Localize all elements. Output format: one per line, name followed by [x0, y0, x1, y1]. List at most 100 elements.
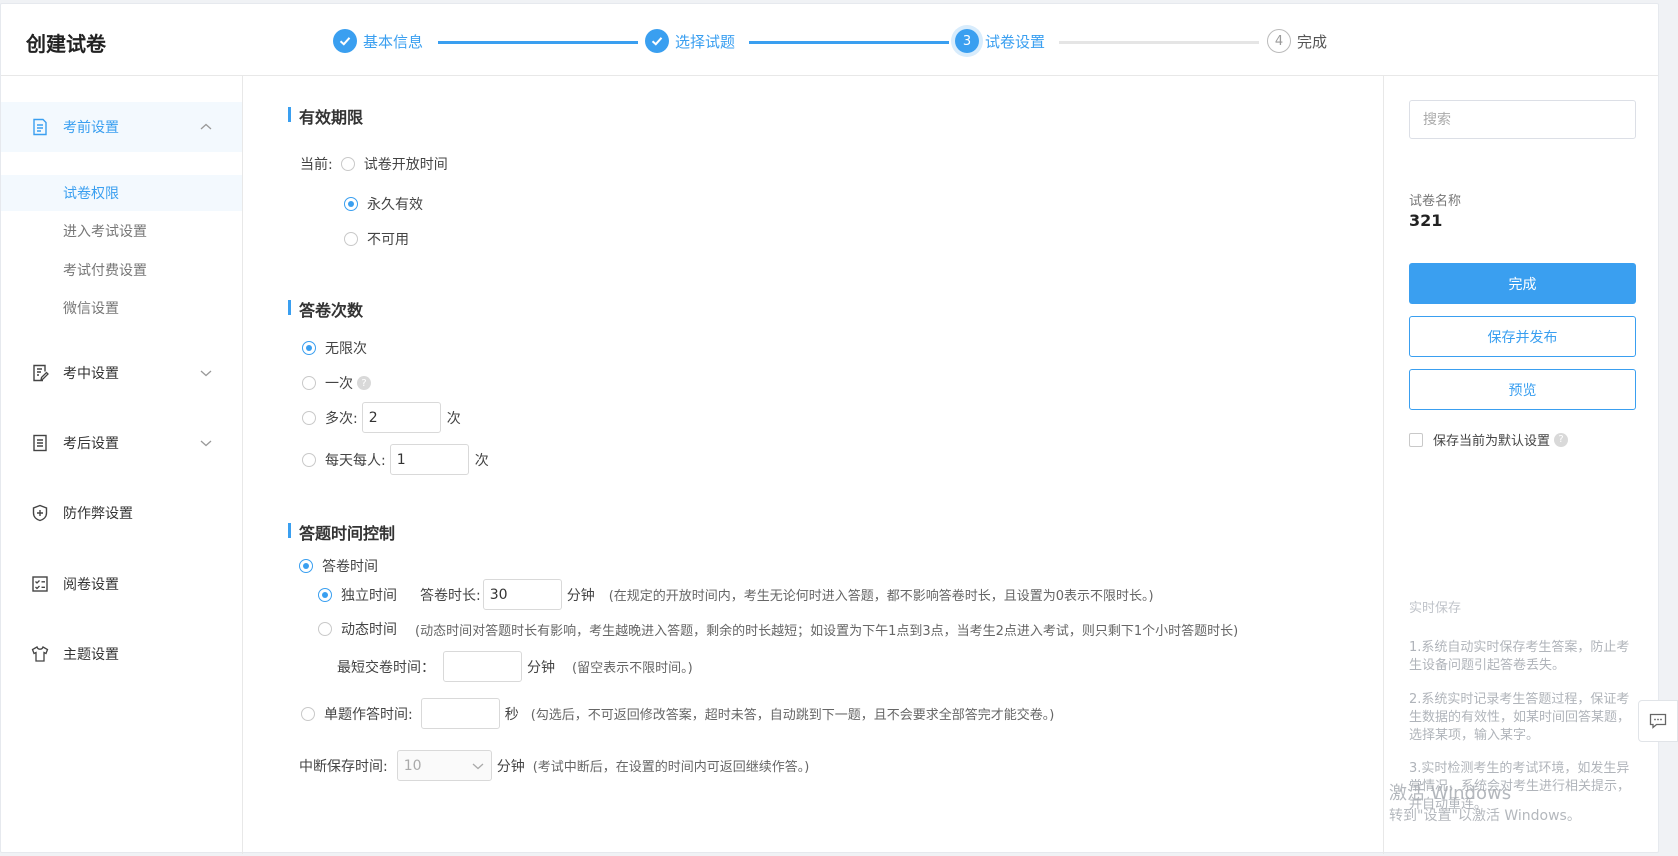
attempts-row-multiple: 多次: 次	[302, 402, 461, 433]
step-label: 完成	[1297, 32, 1328, 51]
preview-button[interactable]: 预览	[1409, 369, 1636, 410]
step-label: 基本信息	[363, 32, 424, 51]
step-connector	[749, 41, 949, 44]
sidebar: 考前设置 试卷权限 进入考试设置 考试付费设置 微信设置 考中设置 考后设置 防…	[1, 76, 243, 854]
help-icon[interactable]: ?	[1554, 432, 1569, 447]
time-row-answer-time: 答卷时间	[299, 556, 378, 576]
sidebar-item-in-exam[interactable]: 考中设置	[1, 348, 242, 398]
min-submit-input[interactable]	[443, 651, 522, 682]
radio-label: 动态时间	[341, 622, 397, 638]
app-window: 创建试卷 基本信息 选择试题 3 试卷设置 4 完成 考前设置 试卷权限 进入考…	[0, 3, 1659, 854]
time-row-independent: 独立时间 答卷时长: 分钟 (在规定的开放时间内，考生无论何时进入答题，都不影响…	[318, 579, 1154, 610]
tshirt-icon	[31, 646, 49, 662]
radio-dynamic[interactable]	[318, 622, 332, 636]
sidebar-item-post-exam[interactable]: 考后设置	[1, 418, 242, 468]
chat-icon	[1649, 713, 1667, 729]
radio-label: 永久有效	[367, 197, 423, 213]
radio-label: 一次	[325, 376, 353, 392]
document-icon	[33, 118, 47, 136]
section-title-attempts: 答卷次数	[288, 297, 363, 321]
section-title-validity: 有效期限	[288, 104, 363, 128]
attempts-row-unlimited: 无限次	[302, 338, 367, 358]
sidebar-subitem-enter-exam[interactable]: 进入考试设置	[1, 213, 242, 249]
section-title-time-control: 答题时间控制	[288, 520, 395, 544]
sidebar-item-label: 考中设置	[63, 366, 119, 382]
step-number: 3	[955, 29, 979, 53]
help-icon[interactable]: ?	[357, 376, 371, 390]
daily-attempts-input[interactable]	[389, 444, 469, 475]
radio-single-question[interactable]	[301, 706, 315, 721]
finish-button[interactable]: 完成	[1409, 263, 1636, 304]
radio-unavailable[interactable]	[344, 232, 358, 246]
tip-item: 2.系统实时记录考生答题过程，保证考生数据的有效性，如某时间回答某题，选择某项，…	[1409, 692, 1631, 743]
step-connector	[438, 41, 638, 44]
interrupt-select-value: 10	[403, 757, 422, 774]
search-input[interactable]	[1409, 100, 1636, 139]
independent-hint: (在规定的开放时间内，考生无论何时进入答题，都不影响答卷时长，且设置为0表示不限…	[608, 589, 1154, 604]
step-paper-settings[interactable]: 3 试卷设置	[955, 28, 1045, 54]
unit-label: 次	[474, 452, 489, 469]
radio-label: 试卷开放时间	[363, 157, 448, 173]
sidebar-item-label: 考后设置	[63, 436, 119, 452]
step-label: 试卷设置	[985, 32, 1046, 51]
save-publish-button[interactable]: 保存并发布	[1409, 316, 1636, 357]
time-row-single-question: 单题作答时间: 秒 (勾选后，不可返回修改答案，超时未答，自动跳到下一题，且不会…	[301, 698, 1054, 729]
sidebar-item-label: 防作弊设置	[63, 506, 133, 522]
radio-multiple[interactable]	[302, 410, 316, 425]
radio-label: 不可用	[367, 232, 409, 248]
shield-plus-icon	[32, 504, 48, 522]
radio-label: 无限次	[325, 341, 367, 357]
sidebar-subitem-paper-permission[interactable]: 试卷权限	[1, 175, 242, 211]
step-basic-info[interactable]: 基本信息	[333, 28, 423, 54]
sidebar-item-anti-cheat[interactable]: 防作弊设置	[1, 488, 242, 538]
sidebar-item-label: 考前设置	[63, 120, 119, 136]
radio-unlimited[interactable]	[302, 341, 316, 355]
chevron-down-icon	[200, 370, 212, 377]
time-row-dynamic: 动态时间 (动态时间对答题时长有影响，考生越晚进入答题，剩余的时长越短；如设置为…	[318, 619, 1238, 639]
attempts-row-daily: 每天每人: 次	[302, 444, 489, 475]
radio-independent[interactable]	[318, 587, 332, 602]
validity-row-unavailable: 不可用	[344, 229, 409, 249]
step-number: 4	[1267, 29, 1291, 53]
step-select-questions[interactable]: 选择试题	[645, 28, 735, 54]
multiple-attempts-input[interactable]	[361, 402, 441, 433]
tip-item: 1.系统自动实时保存考生答案，防止考生设备问题引起答卷丢失。	[1409, 640, 1630, 673]
default-setting-label: 保存当前为默认设置	[1433, 434, 1551, 449]
tips-title: 实时保存	[1409, 601, 1462, 616]
chat-float-button[interactable]	[1638, 700, 1678, 742]
chevron-down-icon	[472, 763, 484, 769]
settings-form: 有效期限 当前: 试卷开放时间 永久有效 不可用 答卷次数 无限次 一次 ? 多…	[243, 76, 1383, 854]
sidebar-subitem-payment[interactable]: 考试付费设置	[1, 252, 242, 288]
time-row-interrupt: 中断保存时间: 10 分钟 (考试中断后，在设置的时间内可返回继续作答。)	[299, 750, 809, 781]
page-title: 创建试卷	[26, 32, 106, 56]
sidebar-item-pre-exam[interactable]: 考前设置	[1, 102, 242, 152]
paper-name-value: 321	[1409, 211, 1443, 230]
duration-input[interactable]	[482, 579, 562, 610]
save-default-checkbox[interactable]	[1409, 432, 1423, 447]
radio-open-time[interactable]	[340, 157, 355, 171]
sidebar-subitem-wechat[interactable]: 微信设置	[1, 290, 242, 326]
edit-form-icon	[33, 364, 49, 382]
radio-answer-time[interactable]	[299, 559, 313, 573]
radio-label: 独立时间	[341, 587, 397, 604]
activation-watermark-title: 激活 Windows	[1389, 783, 1512, 804]
radio-label: 单题作答时间:	[324, 706, 413, 723]
radio-once[interactable]	[302, 376, 316, 390]
radio-daily[interactable]	[302, 452, 316, 467]
single-question-input[interactable]	[420, 698, 500, 729]
chevron-up-icon	[200, 123, 212, 130]
interrupt-select[interactable]: 10	[396, 750, 492, 781]
unit-label: 分钟	[527, 659, 555, 676]
sidebar-item-grading[interactable]: 阅卷设置	[1, 559, 242, 609]
unit-label: 次	[446, 410, 461, 427]
list-form-icon	[33, 434, 47, 452]
radio-label: 答卷时间	[322, 559, 378, 575]
interrupt-label: 中断保存时间:	[299, 758, 388, 775]
min-submit-label: 最短交卷时间：	[337, 659, 435, 676]
validity-row-permanent: 永久有效	[344, 194, 423, 214]
radio-permanent[interactable]	[344, 197, 358, 211]
step-label: 选择试题	[675, 32, 736, 51]
sidebar-item-theme[interactable]: 主题设置	[1, 629, 242, 679]
step-finish[interactable]: 4 完成	[1267, 28, 1327, 54]
dynamic-hint: (动态时间对答题时长有影响，考生越晚进入答题，剩余的时长越短；如设置为下午1点到…	[415, 623, 1239, 639]
